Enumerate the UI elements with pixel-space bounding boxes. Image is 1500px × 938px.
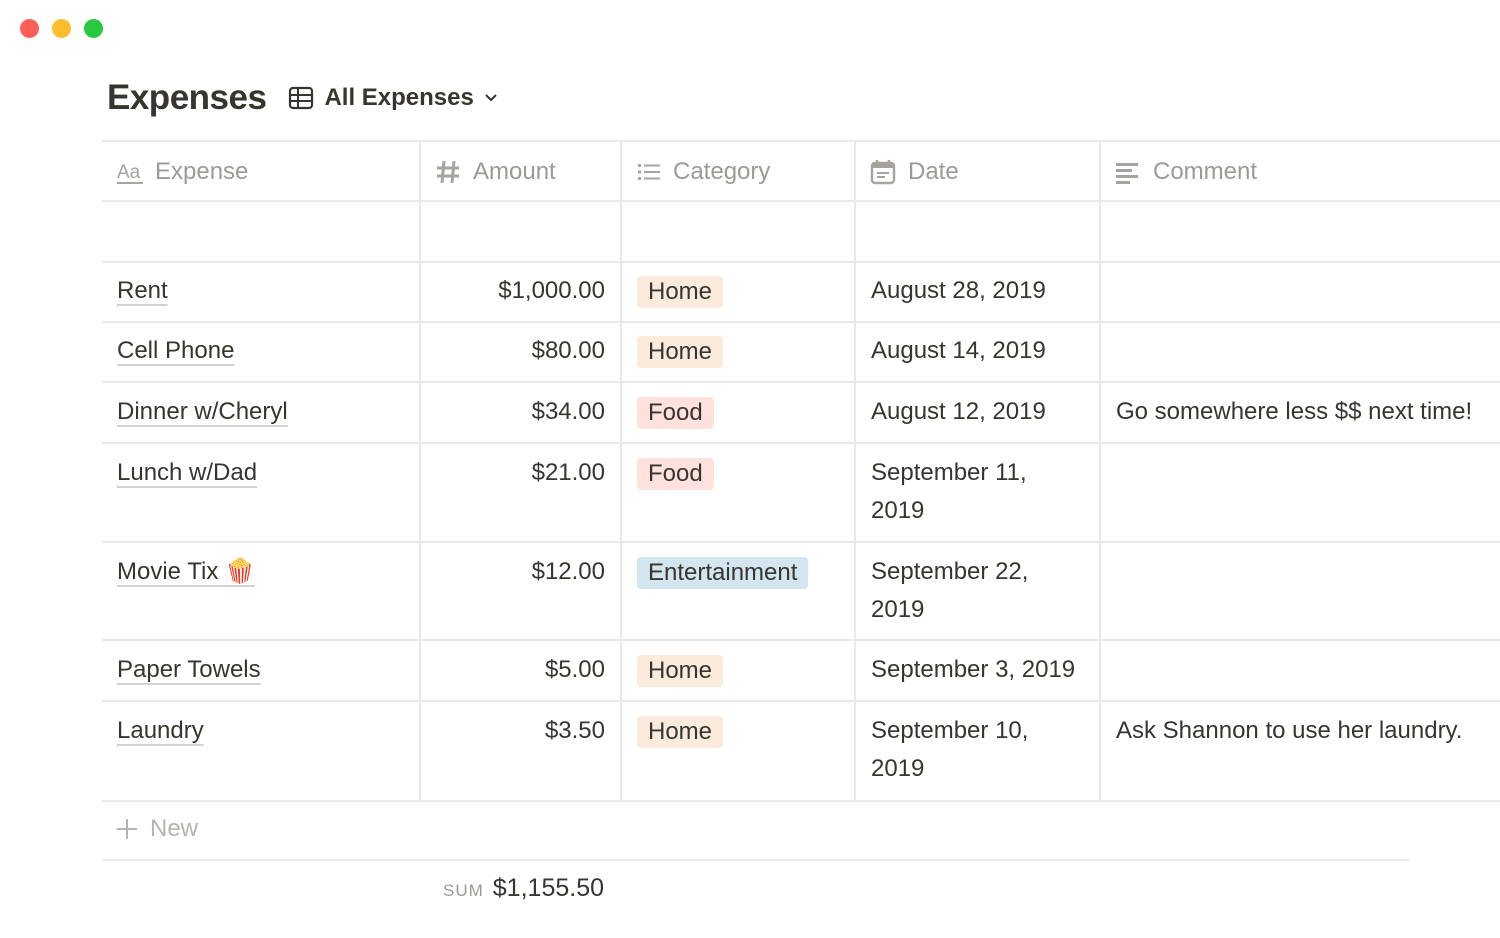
expense-name[interactable]: Rent xyxy=(117,272,168,310)
expense-name[interactable]: Lunch w/Dad xyxy=(117,454,257,492)
plus-icon xyxy=(117,819,137,839)
expense-name[interactable]: Dinner w/Cheryl xyxy=(117,393,288,431)
date-value: September 10, xyxy=(871,717,1029,744)
close-window-button[interactable] xyxy=(20,19,39,38)
column-header-label: Comment xyxy=(1153,158,1258,185)
amount-value: $80.00 xyxy=(531,337,605,364)
column-header-label: Category xyxy=(673,158,771,185)
text-lines-icon xyxy=(1116,163,1138,184)
calendar-icon xyxy=(870,160,896,185)
comment-value: Ask Shannon to use her laundry. xyxy=(1116,717,1463,744)
row-divider xyxy=(102,639,1500,641)
footer-divider xyxy=(102,859,1410,861)
window-controls xyxy=(20,19,103,38)
empty-row[interactable] xyxy=(102,202,1500,261)
date-value: August 12, 2019 xyxy=(871,398,1046,425)
row-divider xyxy=(102,261,1500,263)
amount-value: $21.00 xyxy=(531,459,605,486)
view-switcher[interactable]: All Expenses xyxy=(288,84,498,112)
expense-name[interactable]: Paper Towels xyxy=(117,651,261,689)
new-label: New xyxy=(150,815,199,842)
hash-icon xyxy=(437,160,459,184)
date-value: August 14, 2019 xyxy=(871,337,1046,364)
column-header-date[interactable]: Date xyxy=(870,152,959,192)
maximize-window-button[interactable] xyxy=(84,19,103,38)
column-header-label: Date xyxy=(908,158,959,185)
date-value: September 3, 2019 xyxy=(871,656,1076,683)
date-value: August 28, 2019 xyxy=(871,277,1046,304)
database-header: Expenses All Expenses xyxy=(107,78,499,118)
amount-value: $12.00 xyxy=(531,558,605,585)
sum-label: SUM xyxy=(443,881,484,900)
list-icon xyxy=(638,164,660,180)
column-header-label: Amount xyxy=(473,158,556,185)
chevron-down-icon xyxy=(485,94,497,102)
add-new-row-button[interactable]: New xyxy=(116,815,198,843)
column-header-label: Expense xyxy=(155,158,249,185)
view-label: All Expenses xyxy=(324,84,474,111)
amount-value: $5.00 xyxy=(544,656,605,683)
date-value-line2: 2019 xyxy=(871,755,925,782)
expense-name[interactable]: Movie Tix 🍿 xyxy=(117,553,255,591)
category-tag[interactable]: Food xyxy=(637,458,714,490)
column-header-amount[interactable]: Amount xyxy=(435,152,556,192)
date-value: September 11, xyxy=(871,459,1027,486)
date-value-line2: 2019 xyxy=(871,596,925,623)
row-divider xyxy=(102,321,1500,323)
row-divider xyxy=(102,800,1500,802)
row-divider xyxy=(102,442,1500,444)
row-divider xyxy=(102,700,1500,702)
text-aa-icon: Aa xyxy=(117,162,143,184)
amount-sum[interactable]: SUM $1,155.50 xyxy=(443,874,604,903)
category-tag[interactable]: Entertainment xyxy=(637,557,809,589)
date-value: September 22, xyxy=(871,558,1029,585)
minimize-window-button[interactable] xyxy=(52,19,71,38)
amount-value: $34.00 xyxy=(531,398,605,425)
table-top-border xyxy=(102,140,1500,142)
row-divider xyxy=(102,381,1500,383)
category-tag[interactable]: Food xyxy=(637,397,714,429)
category-tag[interactable]: Home xyxy=(637,655,724,687)
date-value-line2: 2019 xyxy=(871,497,925,524)
svg-text:Aa: Aa xyxy=(117,162,141,183)
page-title: Expenses xyxy=(107,78,267,117)
column-header-category[interactable]: Category xyxy=(637,152,770,192)
amount-value: $3.50 xyxy=(544,717,605,744)
amount-value: $1,000.00 xyxy=(498,277,605,304)
expense-name[interactable]: Laundry xyxy=(117,712,204,750)
column-header-expense[interactable]: Aa Expense xyxy=(117,152,248,192)
row-divider xyxy=(102,541,1500,543)
category-tag[interactable]: Home xyxy=(637,336,724,368)
column-header-comment[interactable]: Comment xyxy=(1115,152,1257,192)
sum-value: $1,155.50 xyxy=(492,874,604,902)
category-tag[interactable]: Home xyxy=(637,276,724,308)
expense-name[interactable]: Cell Phone xyxy=(117,332,234,370)
category-tag[interactable]: Home xyxy=(637,716,724,748)
table-icon xyxy=(289,86,314,110)
comment-value: Go somewhere less $$ next time! xyxy=(1116,398,1473,425)
